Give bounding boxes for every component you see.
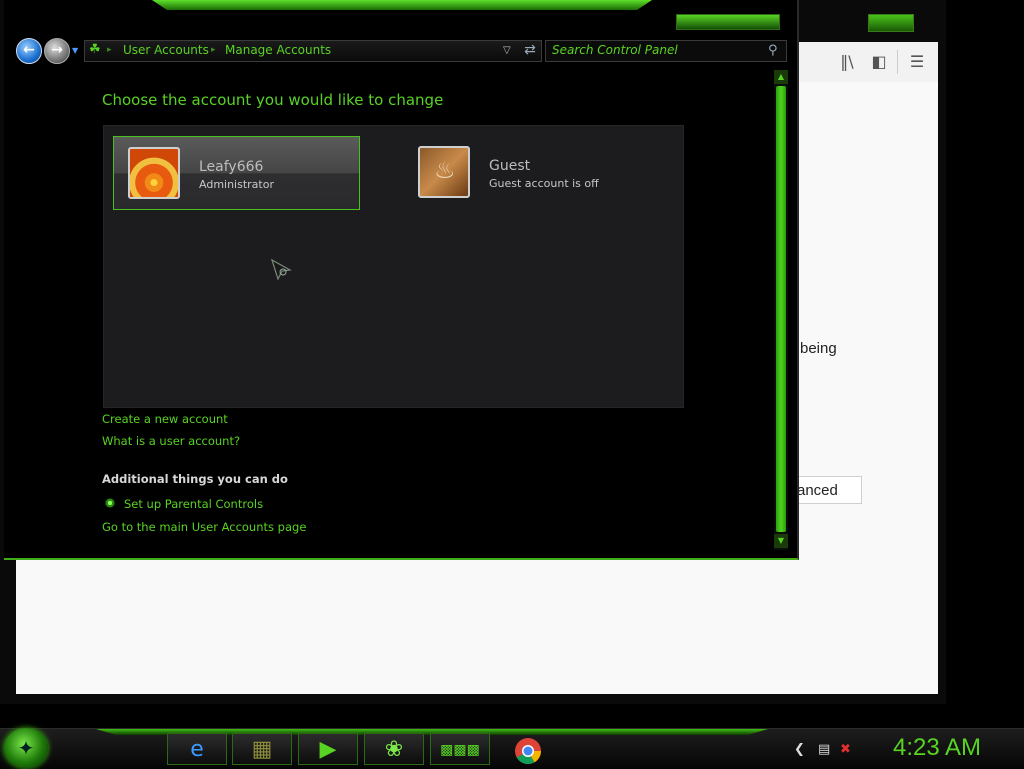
start-orb-icon: ✦ — [17, 736, 35, 760]
refresh-icon[interactable]: ⇄ — [521, 41, 539, 59]
main-user-accounts-link[interactable]: Go to the main User Accounts page — [102, 520, 306, 534]
control-panel-icon: ☘ — [89, 42, 101, 57]
advanced-button-label: anced — [797, 482, 838, 499]
media-player-icon: ▶ — [319, 737, 337, 762]
background-window-controls[interactable] — [868, 14, 914, 32]
search-input[interactable] — [552, 41, 762, 59]
breadcrumb-manage-accounts[interactable]: Manage Accounts — [225, 42, 331, 59]
window-controls[interactable] — [676, 14, 780, 30]
back-button[interactable]: ← — [16, 38, 42, 64]
taskbar-app-chrome[interactable] — [498, 733, 558, 765]
recent-pages-dropdown-icon[interactable]: ▼ — [72, 46, 78, 55]
account-role: Administrator — [199, 178, 274, 191]
menu-icon[interactable]: ☰ — [906, 52, 928, 72]
network-globe-icon: ❀ — [384, 737, 404, 762]
taskbar-app-network[interactable]: ❀ — [364, 733, 424, 765]
taskbar-clock[interactable]: 4:23 AM — [882, 734, 992, 762]
create-account-link[interactable]: Create a new account — [102, 412, 228, 426]
browser-toolbar: ‖\ ◧ ☰ — [796, 42, 938, 83]
forward-arrow-icon: → — [51, 42, 63, 58]
toolbar-separator — [897, 50, 898, 74]
taskbar-app-internet-explorer[interactable]: e — [167, 733, 227, 765]
account-tile-guest[interactable]: ♨ Guest Guest account is off — [404, 136, 649, 208]
window-title-glow — [152, 0, 652, 10]
start-button[interactable]: ✦ — [4, 728, 48, 768]
chrome-icon — [515, 738, 542, 765]
scrollbar-thumb[interactable] — [776, 86, 786, 532]
account-name: Guest — [489, 158, 531, 174]
address-bar[interactable]: ☘ ▸ User Accounts ▸ Manage Accounts ▽ ⇄ — [84, 40, 542, 62]
taskbar-app-media-player[interactable]: ▶ — [298, 733, 358, 765]
network-tray-icon[interactable]: ▤ — [818, 740, 830, 760]
user-accounts-window: ← → ▼ ☘ ▸ User Accounts ▸ Manage Account… — [4, 0, 799, 560]
breadcrumb-user-accounts[interactable]: User Accounts — [123, 42, 209, 59]
search-icon[interactable]: ⚲ — [768, 42, 778, 59]
file-manager-icon: ▦ — [251, 737, 273, 762]
internet-explorer-icon: e — [190, 737, 204, 762]
vertical-scrollbar[interactable]: ▲ ▼ — [774, 70, 788, 550]
system-tray: ❮ ▤ ✖ — [786, 740, 881, 760]
additional-things-heading: Additional things you can do — [102, 472, 288, 486]
address-dropdown-icon[interactable]: ▽ — [503, 42, 511, 59]
parental-controls-link[interactable]: Set up Parental Controls — [124, 497, 263, 511]
account-name: Leafy666 — [199, 159, 264, 175]
taskbar-app-gadgets[interactable]: ▩▩▩ — [430, 733, 490, 765]
sidebar-icon[interactable]: ◧ — [868, 52, 890, 72]
mouse-cursor-icon — [270, 258, 292, 281]
breadcrumb-separator-icon[interactable]: ▸ — [107, 42, 112, 59]
back-arrow-icon: ← — [23, 42, 35, 58]
background-text-fragment: being — [800, 340, 837, 357]
tray-arrow-icon[interactable]: ❮ — [794, 740, 805, 760]
page-title: Choose the account you would like to cha… — [102, 91, 444, 109]
desktop-gadgets-icon: ▩▩▩ — [440, 742, 480, 758]
scroll-down-icon[interactable]: ▼ — [774, 534, 788, 548]
library-icon[interactable]: ‖\ — [836, 52, 858, 72]
breadcrumb-separator-icon[interactable]: ▸ — [211, 42, 216, 59]
parental-controls-icon — [105, 498, 115, 508]
what-is-account-link[interactable]: What is a user account? — [102, 434, 240, 448]
scroll-up-icon[interactable]: ▲ — [774, 70, 788, 84]
volume-muted-icon[interactable]: ✖ — [840, 740, 851, 760]
accounts-panel: Leafy666 Administrator ♨ Guest Guest acc… — [103, 125, 684, 408]
flower-avatar — [128, 147, 180, 199]
search-box[interactable]: ⚲ — [545, 40, 787, 62]
taskbar-app-file-manager[interactable]: ▦ — [232, 733, 292, 765]
briefcase-icon: ♨ — [434, 156, 456, 184]
account-role: Guest account is off — [489, 177, 599, 190]
briefcase-avatar: ♨ — [418, 146, 470, 198]
account-tile-leafy666[interactable]: Leafy666 Administrator — [113, 136, 360, 210]
forward-button[interactable]: → — [44, 38, 70, 64]
